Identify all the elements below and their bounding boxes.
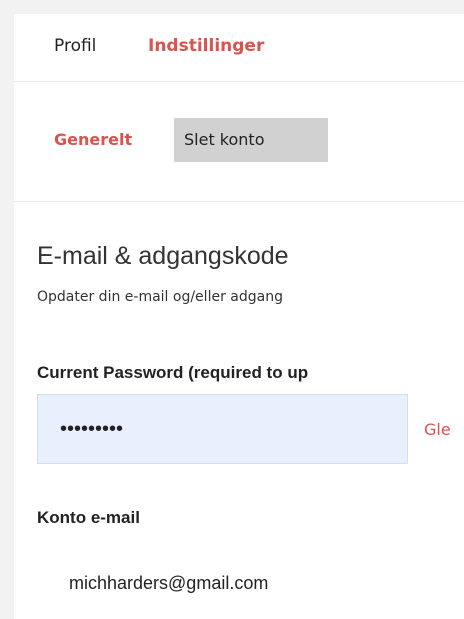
section-description: Opdater din e-mail og/eller adgang	[37, 289, 283, 305]
current-password-input[interactable]	[37, 394, 408, 464]
settings-panel: Profil Indstillinger Generelt Slet konto…	[14, 14, 464, 619]
forgot-password-link[interactable]: Gle	[424, 420, 451, 439]
tab-profile[interactable]: Profil	[54, 36, 96, 56]
settings-subtabs: Generelt Slet konto	[14, 81, 464, 202]
account-email-label: Konto e-mail	[37, 508, 140, 527]
subtab-delete-account[interactable]: Slet konto	[174, 118, 328, 162]
current-password-label: Current Password (required to up	[37, 363, 309, 382]
subtab-general[interactable]: Generelt	[54, 118, 132, 162]
account-email-input[interactable]	[37, 547, 464, 619]
section-title: E-mail & adgangskode	[37, 242, 289, 270]
main-tabs: Profil Indstillinger	[14, 14, 464, 82]
tab-settings[interactable]: Indstillinger	[148, 36, 264, 56]
